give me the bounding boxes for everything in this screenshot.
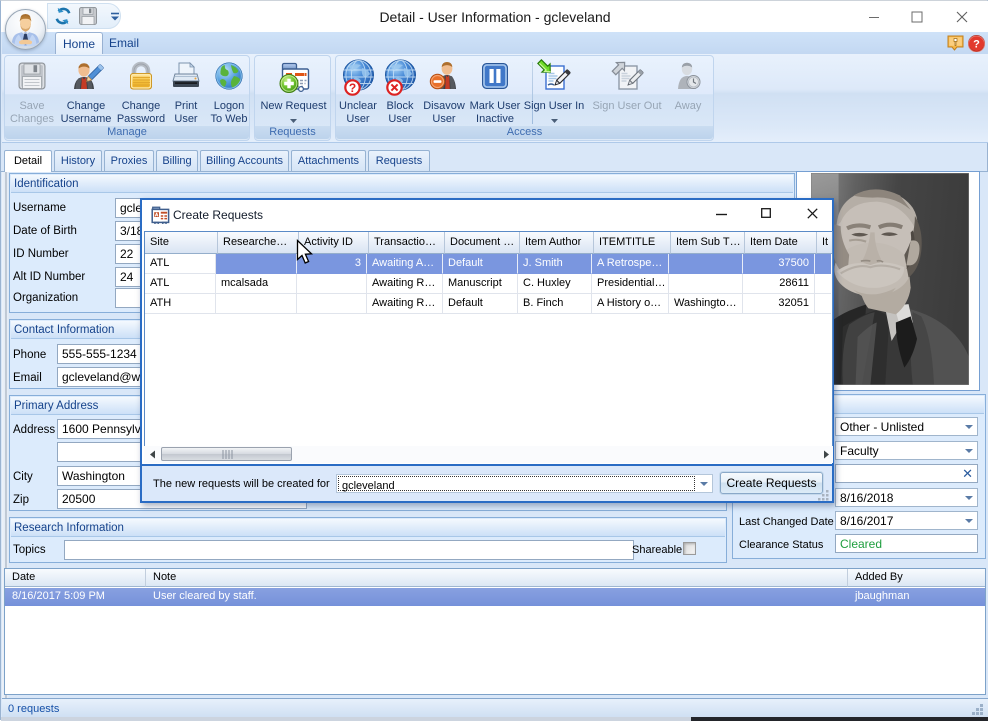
svg-text:?: ? (349, 81, 356, 95)
svg-text:?: ? (973, 39, 980, 51)
